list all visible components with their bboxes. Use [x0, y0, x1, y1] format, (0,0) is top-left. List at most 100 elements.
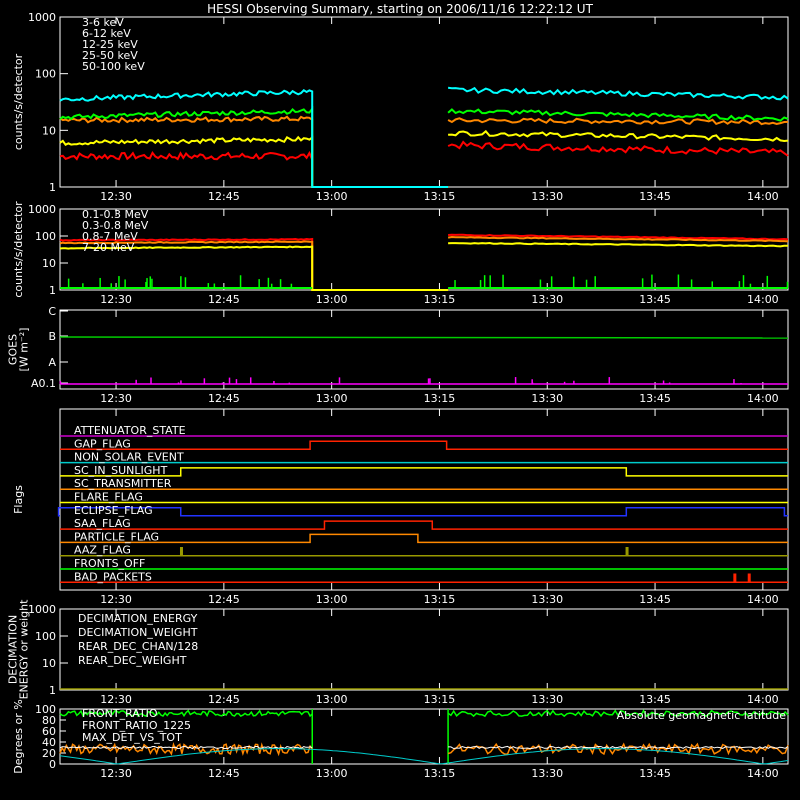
decimation-ytick-label: 10 [42, 657, 56, 670]
flag-label-ATTENUATOR_STATE: ATTENUATOR_STATE [74, 424, 186, 437]
goes-ytick-label: C [48, 305, 56, 318]
goes-ylabel: [W m⁻²] [18, 328, 31, 372]
flag-line-SC_IN_SUNLIGHT [60, 467, 788, 477]
decimation-time-label: 13:30 [531, 693, 563, 706]
panel2-time-label: 12:30 [100, 293, 132, 306]
panel1-time-label: 13:30 [531, 190, 563, 203]
panel1-ytick-label: 1 [49, 181, 56, 194]
flag-label-BAD_PACKETS: BAD_PACKETS [74, 570, 152, 583]
flag-label-ECLIPSE_FLAG: ECLIPSE_FLAG [74, 504, 153, 517]
flag-line-AAZ_FLAG [60, 546, 788, 557]
panel2-time-label: 12:45 [208, 293, 240, 306]
panel1-series-3-6-keV [59, 140, 789, 188]
flag-label-SC_TRANSMITTER: SC_TRANSMITTER [74, 477, 172, 490]
decimation-ytick-label: 1 [49, 684, 56, 697]
ratios-ylabel: Degrees or % [12, 699, 25, 773]
flag-label-AAZ_FLAG: AAZ_FLAG [74, 544, 131, 557]
panel2-ylabel: counts/s/detector [12, 201, 25, 298]
flags-time-label: 13:30 [531, 593, 563, 606]
flags-time-label: 12:30 [100, 593, 132, 606]
ratios-legend-latitude: Absolute geomagnetic latitude [617, 709, 787, 722]
goes-time-label: 12:45 [208, 392, 240, 405]
panel2-legend-7-20-MeV: 7-20 MeV [82, 241, 135, 254]
ratios-time-label: 13:45 [639, 767, 671, 780]
decimation-time-label: 13:15 [424, 693, 456, 706]
decimation-time-label: 14:00 [747, 693, 779, 706]
flag-line-GAP_FLAG [60, 440, 788, 451]
ratios-legend-MAX_DET_VS_TOT: MAX_DET_VS_TOT [82, 731, 182, 744]
goes-frame [59, 309, 789, 390]
panel1-series-25-50-keV [59, 105, 789, 188]
flag-line-BAD_PACKETS [60, 573, 788, 584]
goes-time-label: 14:00 [747, 392, 779, 405]
flags-time-label: 13:00 [316, 593, 348, 606]
hessi-summary-figure: HESSI Observing Summary, starting on 200… [7, 2, 789, 780]
flag-label-NON_SOLAR_EVENT: NON_SOLAR_EVENT [74, 451, 184, 464]
goes-time-label: 13:30 [531, 392, 563, 405]
decimation-legend-DECIMATION_ENERGY: DECIMATION_ENERGY [78, 612, 198, 625]
decimation-ytick-label: 100 [35, 630, 56, 643]
panel1-time-label: 12:45 [208, 190, 240, 203]
flag-label-FLARE_FLAG: FLARE_FLAG [74, 491, 143, 504]
panel1-ytick-label: 100 [35, 68, 56, 81]
decimation-legend-REAR_DEC_CHAN-128: REAR_DEC_CHAN/128 [78, 640, 198, 653]
goes-ytick-label: B [48, 330, 56, 343]
ratios-time-label: 14:00 [747, 767, 779, 780]
flag-line-ECLIPSE_FLAG [57, 507, 788, 517]
ratios-time-label: 13:15 [424, 767, 456, 780]
panel1-ylabel: counts/s/detector [12, 53, 25, 150]
goes-time-label: 13:15 [424, 392, 456, 405]
panel1-time-label: 13:45 [639, 190, 671, 203]
goes-ytick-label: A [48, 356, 56, 369]
goes-time-label: 13:45 [639, 392, 671, 405]
flags-time-label: 13:15 [424, 593, 456, 606]
flag-label-PARTICLE_FLAG: PARTICLE_FLAG [74, 530, 159, 543]
decimation-legend-REAR_DEC_WEIGHT: REAR_DEC_WEIGHT [78, 654, 187, 667]
flag-line-PARTICLE_FLAG [60, 533, 788, 544]
panel1-series-12-25-keV [59, 129, 789, 188]
panel2-time-label: 13:00 [316, 293, 348, 306]
flags-ylabel: Flags [12, 485, 25, 514]
panel1-time-label: 13:15 [424, 190, 456, 203]
figure-title: HESSI Observing Summary, starting on 200… [207, 2, 593, 16]
panel1-legend-50-100-keV: 50-100 keV [82, 60, 145, 73]
flag-label-SAA_FLAG: SAA_FLAG [74, 517, 131, 530]
decimation-time-label: 12:45 [208, 693, 240, 706]
panel1-time-label: 14:00 [747, 190, 779, 203]
flags-time-label: 14:00 [747, 593, 779, 606]
decimation-ylabel: ENERGY or weight [18, 599, 31, 699]
ratios-time-label: 13:30 [531, 767, 563, 780]
decimation-ytick-label: 1000 [28, 603, 56, 616]
panel2-ytick-label: 100 [35, 230, 56, 243]
goes-ytick-label: A0.1 [31, 377, 56, 390]
panel2-time-label: 13:45 [639, 293, 671, 306]
panel2-ytick-label: 1000 [28, 203, 56, 216]
flags-time-label: 13:45 [639, 593, 671, 606]
decimation-time-label: 13:00 [316, 693, 348, 706]
panel1-ytick-label: 10 [42, 124, 56, 137]
ratios-time-label: 13:00 [316, 767, 348, 780]
panel1-ytick-label: 1000 [28, 11, 56, 24]
goes-time-label: 12:30 [100, 392, 132, 405]
decimation-time-label: 13:45 [639, 693, 671, 706]
panel1-time-label: 12:30 [100, 190, 132, 203]
panel1-time-label: 13:00 [316, 190, 348, 203]
panel1-frame [59, 16, 789, 188]
panel2-ytick-label: 1 [49, 284, 56, 297]
panel2-time-label: 13:15 [424, 293, 456, 306]
flag-label-SC_IN_SUNLIGHT: SC_IN_SUNLIGHT [74, 464, 168, 477]
ratios-time-label: 12:30 [100, 767, 132, 780]
decimation-legend-DECIMATION_WEIGHT: DECIMATION_WEIGHT [78, 626, 198, 639]
ratios-time-label: 12:45 [208, 767, 240, 780]
goes-time-label: 13:00 [316, 392, 348, 405]
panel2-time-label: 13:30 [531, 293, 563, 306]
flag-line-SAA_FLAG [60, 520, 788, 530]
flag-label-GAP_FLAG: GAP_FLAG [74, 437, 131, 450]
panel2-ytick-label: 10 [42, 257, 56, 270]
decimation-time-label: 12:30 [100, 693, 132, 706]
goes-series-long [59, 336, 789, 339]
ratios-ytick-label: 100 [35, 703, 56, 716]
panel2-time-label: 14:00 [747, 293, 779, 306]
plot-area: 12:30 12:45 13:00 13:15 13:30 13:45 14:00 1 10 10… [7, 11, 789, 780]
flag-label-FRONTS_OFF: FRONTS_OFF [74, 557, 145, 570]
